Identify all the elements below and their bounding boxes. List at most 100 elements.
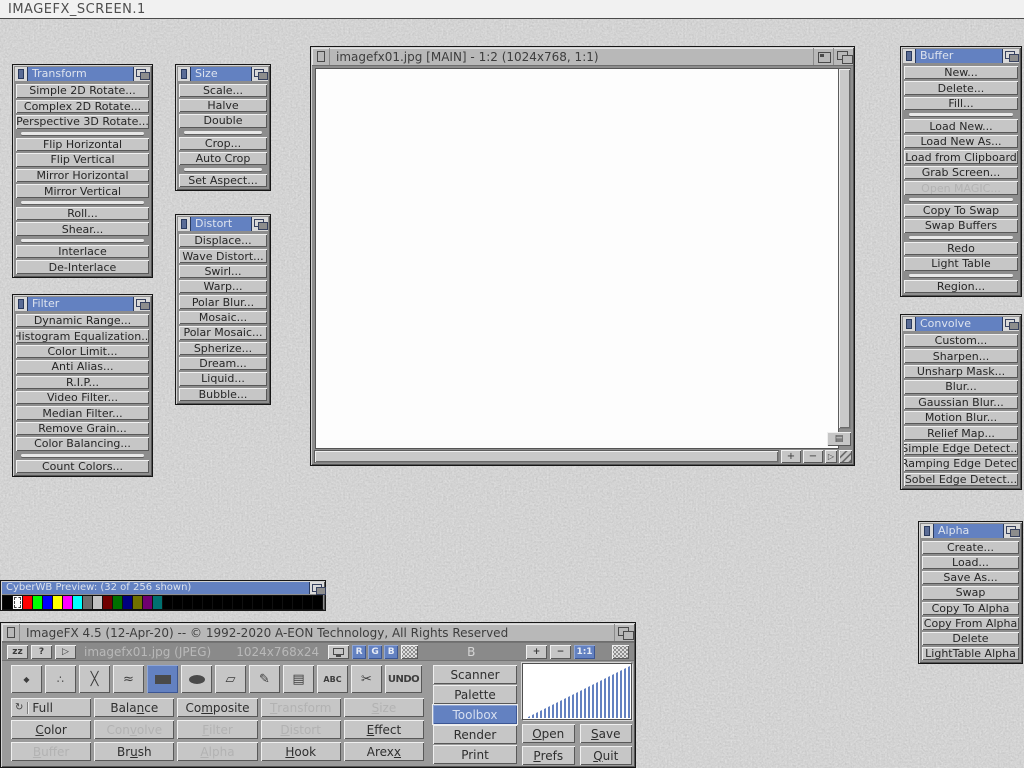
monitor-button[interactable]: [328, 645, 349, 659]
titlebar[interactable]: imagefx01.jpg [MAIN] - 1:2 (1024x768, 1:…: [312, 48, 853, 66]
dream-button[interactable]: Dream...: [179, 357, 267, 370]
depth-icon[interactable]: [251, 67, 268, 81]
color-balancing-button[interactable]: Color Balancing...: [16, 437, 149, 450]
resize-handle[interactable]: [839, 450, 852, 463]
close-icon[interactable]: [15, 297, 28, 311]
warp-button[interactable]: Warp...: [179, 280, 267, 293]
swirl-button[interactable]: Swirl...: [179, 265, 267, 278]
image-canvas[interactable]: [315, 68, 839, 449]
zoom-ratio-button[interactable]: 1:1: [574, 645, 595, 659]
delete-button[interactable]: Delete...: [904, 81, 1018, 94]
count-colors-button[interactable]: Count Colors...: [16, 460, 149, 473]
copy-to-alpha-button[interactable]: Copy To Alpha: [922, 602, 1019, 615]
point-tool[interactable]: ◆: [11, 665, 42, 693]
new-button[interactable]: New...: [904, 66, 1018, 79]
motion-blur-button[interactable]: Motion Blur...: [904, 411, 1018, 424]
hook-button[interactable]: Hook: [261, 742, 341, 761]
roll-button[interactable]: Roll...: [16, 207, 149, 221]
undo-button[interactable]: UNDO: [385, 665, 422, 693]
alpha-checker-box[interactable]: [401, 645, 418, 659]
zoom-in-button[interactable]: +: [526, 645, 547, 659]
ramping-edge-detect-button[interactable]: Ramping Edge Detect: [904, 457, 1018, 470]
alpha-button[interactable]: Alpha: [177, 742, 257, 761]
vertical-scroll-thumb[interactable]: [839, 69, 850, 428]
r-i-p-button[interactable]: R.I.P...: [16, 376, 149, 389]
load-button[interactable]: Load...: [922, 556, 1019, 569]
filter-button[interactable]: Filter: [177, 720, 257, 739]
polar-blur-button[interactable]: Polar Blur...: [179, 295, 267, 308]
close-icon[interactable]: [903, 49, 916, 63]
screen-titlebar[interactable]: IMAGEFX_SCREEN.1: [0, 0, 1024, 19]
mirror-vertical-button[interactable]: Mirror Vertical: [16, 184, 149, 198]
blur-button[interactable]: Blur...: [904, 380, 1018, 393]
simple-edge-detect-button[interactable]: Simple Edge Detect...: [904, 442, 1018, 455]
print-button[interactable]: Print: [433, 745, 517, 764]
pattern-box[interactable]: [612, 645, 629, 659]
buffer-button[interactable]: Buffer: [11, 742, 91, 761]
titlebar[interactable]: Convolve: [903, 317, 1019, 331]
bubble-button[interactable]: Bubble...: [179, 388, 267, 401]
depth-icon[interactable]: [1002, 317, 1019, 331]
save-as-button[interactable]: Save As...: [922, 571, 1019, 584]
polygon-tool[interactable]: ▱: [215, 665, 246, 693]
clipboard-tool[interactable]: ▤: [283, 665, 314, 693]
gaussian-blur-button[interactable]: Gaussian Blur...: [904, 396, 1018, 409]
titlebar[interactable]: ImageFX 4.5 (12-Apr-20) -- © 1992-2020 A…: [2, 624, 634, 642]
text-tool[interactable]: ABC: [317, 665, 348, 693]
quit-button[interactable]: Quit: [580, 746, 633, 765]
arexx-button[interactable]: Arexx: [344, 742, 424, 761]
close-icon[interactable]: [903, 317, 916, 331]
zoom-out-button[interactable]: −: [550, 645, 571, 659]
prefs-button[interactable]: Prefs: [522, 746, 575, 765]
liquid-button[interactable]: Liquid...: [179, 372, 267, 385]
color-button[interactable]: Color: [11, 720, 91, 739]
run-button[interactable]: ▷: [55, 645, 76, 659]
load-new-as-button[interactable]: Load New As...: [904, 135, 1018, 148]
depth-icon[interactable]: [251, 217, 268, 231]
close-icon[interactable]: [178, 67, 191, 81]
window-depth-icon[interactable]: [833, 48, 853, 65]
blue-channel-toggle[interactable]: B: [384, 645, 398, 659]
custom-button[interactable]: Custom...: [904, 334, 1018, 347]
close-icon[interactable]: [2, 624, 20, 641]
convolve-button[interactable]: Convolve: [94, 720, 174, 739]
crop-button[interactable]: Crop...: [179, 137, 267, 150]
light-table-button[interactable]: Light Table: [904, 257, 1018, 270]
relief-map-button[interactable]: Relief Map...: [904, 426, 1018, 439]
titlebar[interactable]: Transform: [15, 67, 150, 81]
effect-button[interactable]: Effect: [344, 720, 424, 739]
window-zoom-icon[interactable]: [813, 48, 833, 65]
composite-button[interactable]: Composite: [177, 698, 257, 717]
interlace-button[interactable]: Interlace: [16, 245, 149, 259]
depth-icon[interactable]: [1002, 49, 1019, 63]
load-new-button[interactable]: Load New...: [904, 119, 1018, 132]
close-icon[interactable]: [15, 67, 28, 81]
load-from-clipboard-button[interactable]: Load from Clipboard: [904, 150, 1018, 163]
displace-button[interactable]: Displace...: [179, 234, 267, 247]
close-icon[interactable]: [178, 217, 191, 231]
dynamic-range-button[interactable]: Dynamic Range...: [16, 314, 149, 327]
halve-button[interactable]: Halve: [179, 99, 267, 112]
flip-vertical-button[interactable]: Flip Vertical: [16, 153, 149, 167]
color-swatch[interactable]: [312, 595, 323, 610]
red-channel-toggle[interactable]: R: [352, 645, 366, 659]
vertical-scrollbar[interactable]: [838, 68, 851, 429]
polar-mosaic-button[interactable]: Polar Mosaic...: [179, 326, 267, 339]
titlebar[interactable]: Alpha: [921, 524, 1020, 538]
de-interlace-button[interactable]: De-Interlace: [16, 260, 149, 274]
anti-alias-button[interactable]: Anti Alias...: [16, 360, 149, 373]
grab-screen-button[interactable]: Grab Screen...: [904, 166, 1018, 179]
open-button[interactable]: Open: [522, 724, 575, 743]
scale-button[interactable]: Scale...: [179, 84, 267, 97]
median-filter-button[interactable]: Median Filter...: [16, 406, 149, 419]
mosaic-button[interactable]: Mosaic...: [179, 311, 267, 324]
pan-arrow-button[interactable]: ▷: [825, 450, 837, 463]
depth-icon[interactable]: [133, 67, 150, 81]
render-button[interactable]: Render: [433, 725, 517, 744]
double-button[interactable]: Double: [179, 114, 267, 127]
grid-options-button[interactable]: ▤: [827, 432, 851, 446]
remove-grain-button[interactable]: Remove Grain...: [16, 422, 149, 435]
window-depth-icon[interactable]: [614, 624, 634, 641]
display-mode-cycle[interactable]: ↻ Full: [11, 698, 91, 717]
brush-button[interactable]: Brush: [94, 742, 174, 761]
